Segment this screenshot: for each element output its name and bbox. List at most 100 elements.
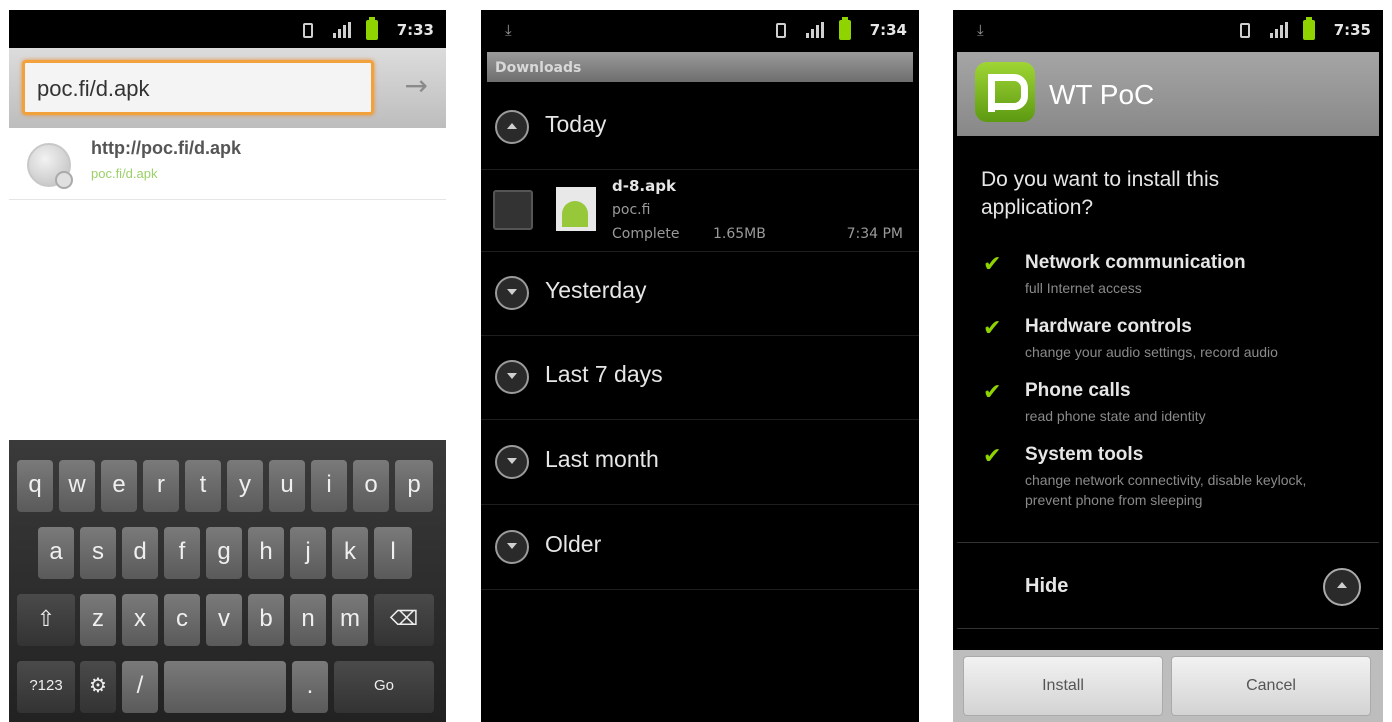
downloads-screen: ⤓ 7:34 Downloads Today d-8.apk poc.fi Co… bbox=[481, 10, 919, 722]
install-button[interactable]: Install bbox=[963, 656, 1163, 716]
status-time: 7:35 bbox=[1333, 21, 1371, 39]
key-i[interactable]: i bbox=[311, 460, 347, 512]
download-status: Complete bbox=[612, 226, 680, 242]
group-label: Today bbox=[545, 111, 607, 137]
app-name: WT PoC bbox=[1049, 79, 1155, 110]
url-bar: poc.fi/d.apk → bbox=[9, 48, 446, 128]
permission-title: Phone calls bbox=[1025, 380, 1131, 401]
download-notification-icon: ⤓ bbox=[505, 21, 512, 39]
expand-icon bbox=[495, 445, 529, 479]
browser-screen: 7:33 poc.fi/d.apk → http://poc.fi/d.apk … bbox=[9, 10, 446, 722]
key-z[interactable]: z bbox=[80, 594, 116, 646]
sim-icon bbox=[776, 23, 786, 38]
group-older[interactable]: Older bbox=[481, 506, 919, 590]
key-c[interactable]: c bbox=[164, 594, 200, 646]
group-label: Yesterday bbox=[545, 277, 647, 303]
group-today[interactable]: Today bbox=[481, 86, 919, 170]
divider bbox=[957, 628, 1379, 629]
suggestion-url: http://poc.fi/d.apk bbox=[91, 138, 241, 158]
key-r[interactable]: r bbox=[143, 460, 179, 512]
battery-icon bbox=[366, 17, 378, 40]
download-notification-icon: ⤓ bbox=[977, 21, 984, 39]
url-text: poc.fi/d.apk bbox=[37, 76, 150, 101]
signal-icon bbox=[1270, 22, 1290, 38]
key-m[interactable]: m bbox=[332, 594, 368, 646]
hide-label: Hide bbox=[1025, 575, 1069, 597]
installer-screen: ⤓ 7:35 WT PoC Do you want to install thi… bbox=[953, 10, 1383, 722]
space-key[interactable] bbox=[164, 661, 286, 713]
key-slash[interactable]: / bbox=[122, 661, 158, 713]
battery-icon bbox=[1303, 17, 1315, 40]
group-last-month[interactable]: Last month bbox=[481, 421, 919, 505]
soft-keyboard: q w e r t y u i o p a s d f g h j k l ⇧ … bbox=[9, 440, 446, 722]
permission-desc: read phone state and identity bbox=[1025, 408, 1206, 424]
app-header: WT PoC bbox=[957, 52, 1379, 136]
battery-icon bbox=[839, 17, 851, 40]
downloads-title-bar: Downloads bbox=[487, 52, 913, 82]
group-yesterday[interactable]: Yesterday bbox=[481, 252, 919, 336]
download-time: 7:34 PM bbox=[846, 226, 903, 242]
collapse-icon[interactable] bbox=[1323, 568, 1361, 606]
key-o[interactable]: o bbox=[353, 460, 389, 512]
key-j[interactable]: j bbox=[290, 527, 326, 579]
group-last-7-days[interactable]: Last 7 days bbox=[481, 336, 919, 420]
status-bar: ⤓ 7:35 bbox=[953, 10, 1383, 48]
permission-desc: change network connectivity, disable key… bbox=[1025, 472, 1307, 508]
suggestion-list: http://poc.fi/d.apk poc.fi/d.apk bbox=[9, 128, 446, 440]
key-s[interactable]: s bbox=[80, 527, 116, 579]
key-k[interactable]: k bbox=[332, 527, 368, 579]
check-icon: ✔ bbox=[983, 444, 1002, 469]
key-x[interactable]: x bbox=[122, 594, 158, 646]
shift-key[interactable]: ⇧ bbox=[17, 594, 75, 646]
key-d[interactable]: d bbox=[122, 527, 158, 579]
backspace-key[interactable]: ⌫ bbox=[374, 594, 434, 646]
status-time: 7:33 bbox=[396, 21, 434, 39]
settings-key[interactable]: ⚙ bbox=[80, 661, 116, 713]
cancel-button[interactable]: Cancel bbox=[1171, 656, 1371, 716]
go-arrow-icon[interactable]: → bbox=[405, 72, 428, 100]
divider bbox=[957, 542, 1379, 543]
permission-title: Network communication bbox=[1025, 252, 1246, 273]
download-host: poc.fi bbox=[612, 202, 651, 218]
key-t[interactable]: t bbox=[185, 460, 221, 512]
key-b[interactable]: b bbox=[248, 594, 284, 646]
suggestion-item[interactable]: http://poc.fi/d.apk poc.fi/d.apk bbox=[9, 128, 446, 200]
key-f[interactable]: f bbox=[164, 527, 200, 579]
collapse-icon bbox=[495, 110, 529, 144]
key-n[interactable]: n bbox=[290, 594, 326, 646]
select-checkbox[interactable] bbox=[493, 190, 533, 230]
key-dot[interactable]: . bbox=[292, 661, 328, 713]
sim-icon bbox=[303, 23, 313, 38]
status-bar: 7:33 bbox=[9, 10, 446, 48]
expand-icon bbox=[495, 530, 529, 564]
url-input[interactable]: poc.fi/d.apk bbox=[22, 60, 374, 115]
group-label: Last month bbox=[545, 446, 659, 472]
button-bar: Install Cancel bbox=[953, 650, 1383, 722]
key-u[interactable]: u bbox=[269, 460, 305, 512]
group-label: Older bbox=[545, 531, 602, 557]
check-icon: ✔ bbox=[983, 316, 1002, 341]
go-key[interactable]: Go bbox=[334, 661, 434, 713]
check-icon: ✔ bbox=[983, 252, 1002, 277]
download-item[interactable]: d-8.apk poc.fi Complete 1.65MB 7:34 PM bbox=[481, 170, 919, 252]
download-size: 1.65MB bbox=[713, 226, 766, 242]
key-l[interactable]: l bbox=[374, 527, 412, 579]
key-y[interactable]: y bbox=[227, 460, 263, 512]
key-e[interactable]: e bbox=[101, 460, 137, 512]
app-logo-icon bbox=[975, 62, 1035, 122]
key-g[interactable]: g bbox=[206, 527, 242, 579]
key-q[interactable]: q bbox=[17, 460, 53, 512]
key-p[interactable]: p bbox=[395, 460, 433, 512]
permission-title: Hardware controls bbox=[1025, 316, 1192, 337]
key-w[interactable]: w bbox=[59, 460, 95, 512]
key-a[interactable]: a bbox=[38, 527, 74, 579]
download-filename: d-8.apk bbox=[612, 177, 676, 195]
permission-desc: change your audio settings, record audio bbox=[1025, 344, 1278, 360]
status-time: 7:34 bbox=[869, 21, 907, 39]
expand-icon bbox=[495, 360, 529, 394]
key-h[interactable]: h bbox=[248, 527, 284, 579]
signal-icon bbox=[806, 22, 826, 38]
key-v[interactable]: v bbox=[206, 594, 242, 646]
install-question: Do you want to install this application? bbox=[981, 168, 1220, 219]
key-symbols[interactable]: ?123 bbox=[17, 661, 75, 713]
